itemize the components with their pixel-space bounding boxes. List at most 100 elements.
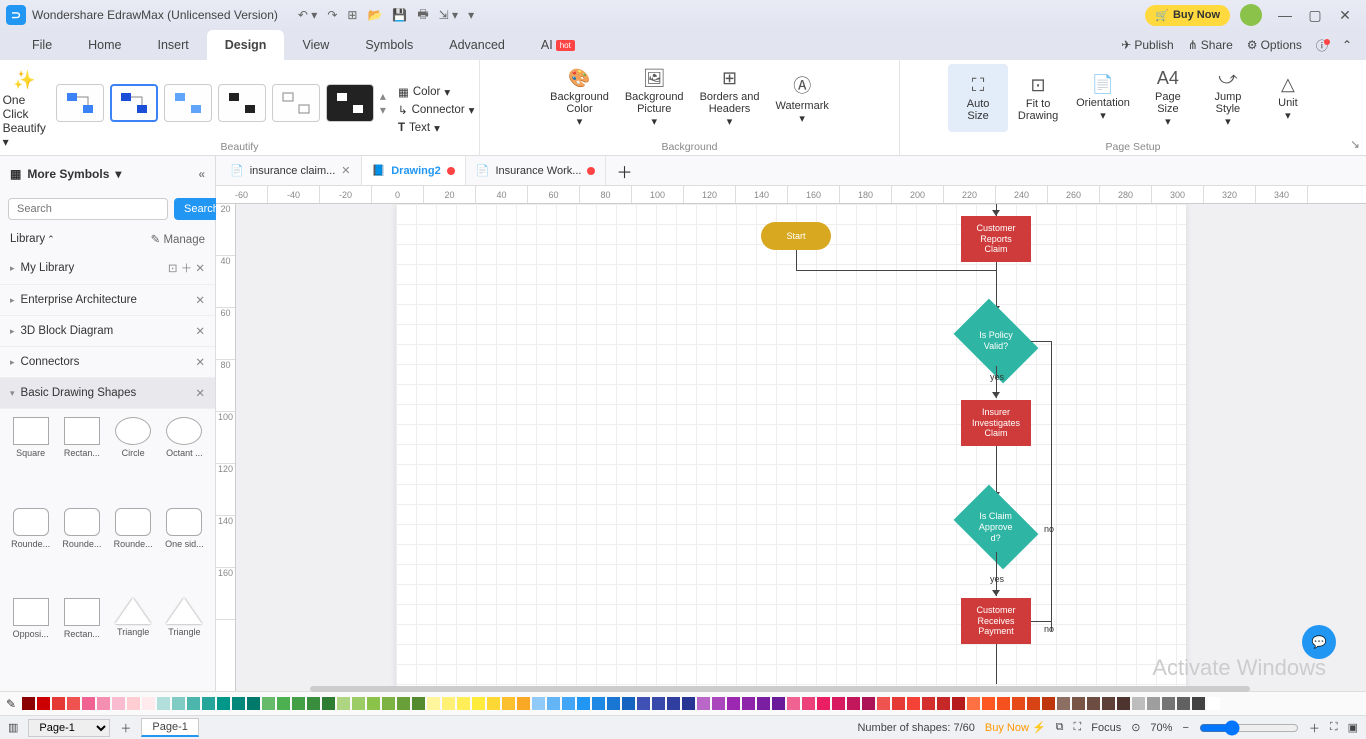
- color-swatch[interactable]: [322, 697, 335, 710]
- color-swatch[interactable]: [1027, 697, 1040, 710]
- shape-rounde...[interactable]: Rounde...: [59, 508, 104, 593]
- page-select[interactable]: Page-1: [28, 719, 110, 737]
- color-swatch[interactable]: [667, 697, 680, 710]
- color-swatch[interactable]: [517, 697, 530, 710]
- flow-insurer-investigates[interactable]: Insurer Investigates Claim: [961, 400, 1031, 446]
- color-swatch[interactable]: [367, 697, 380, 710]
- menu-view[interactable]: View: [284, 30, 347, 60]
- shape-triangle[interactable]: Triangle: [162, 598, 207, 683]
- tab-insurance-claim[interactable]: 📄 insurance claim...✕: [220, 156, 362, 185]
- menu-design[interactable]: Design: [207, 30, 285, 60]
- color-swatch[interactable]: [907, 697, 920, 710]
- focus-button[interactable]: Focus: [1091, 722, 1121, 734]
- color-swatch[interactable]: [1132, 697, 1145, 710]
- watermark-button[interactable]: ⒶWatermark▾: [768, 64, 837, 132]
- color-swatch[interactable]: [712, 697, 725, 710]
- shape-rounde...[interactable]: Rounde...: [8, 508, 53, 593]
- shape-triangle[interactable]: Triangle: [111, 598, 156, 683]
- new-icon[interactable]: ⊞: [347, 8, 357, 22]
- menu-advanced[interactable]: Advanced: [431, 30, 523, 60]
- new-tab-button[interactable]: ＋: [606, 159, 642, 183]
- style-gallery-more[interactable]: ▴▾: [380, 89, 386, 117]
- color-swatch[interactable]: [1162, 697, 1175, 710]
- color-swatch[interactable]: [637, 697, 650, 710]
- color-swatch[interactable]: [52, 697, 65, 710]
- hscroll-thumb[interactable]: [310, 686, 1250, 692]
- color-swatch[interactable]: [1087, 697, 1100, 710]
- color-swatch[interactable]: [22, 697, 35, 710]
- color-swatch[interactable]: [532, 697, 545, 710]
- maximize-icon[interactable]: ▢: [1300, 7, 1330, 24]
- color-swatch[interactable]: [1147, 697, 1160, 710]
- save-icon[interactable]: 💾: [392, 8, 407, 22]
- style-thumb-1[interactable]: [56, 84, 104, 122]
- color-swatch[interactable]: [262, 697, 275, 710]
- color-swatch[interactable]: [697, 697, 710, 710]
- shape-rounde...[interactable]: Rounde...: [111, 508, 156, 593]
- add-page-button[interactable]: ＋: [120, 720, 131, 736]
- color-dropdown[interactable]: ▦ Color ▾: [398, 85, 474, 99]
- page-setup-launcher-icon[interactable]: ↘: [1350, 137, 1360, 151]
- shape-rectan...[interactable]: Rectan...: [59, 598, 104, 683]
- options-button[interactable]: ⚙ Options: [1247, 38, 1302, 52]
- color-swatch[interactable]: [112, 697, 125, 710]
- color-swatch[interactable]: [277, 697, 290, 710]
- color-swatch[interactable]: [1072, 697, 1085, 710]
- close-icon[interactable]: ✕: [1330, 7, 1360, 24]
- color-swatch[interactable]: [217, 697, 230, 710]
- color-swatch[interactable]: [1192, 697, 1205, 710]
- export-icon[interactable]: ⇲ ▾: [439, 8, 458, 22]
- shape-one sid...[interactable]: One sid...: [162, 508, 207, 593]
- color-swatch[interactable]: [1042, 697, 1055, 710]
- color-swatch[interactable]: [832, 697, 845, 710]
- share-button[interactable]: ⋔ Share: [1188, 38, 1233, 52]
- menu-home[interactable]: Home: [70, 30, 139, 60]
- color-swatch[interactable]: [1057, 697, 1070, 710]
- style-thumb-3[interactable]: [164, 84, 212, 122]
- color-swatch[interactable]: [127, 697, 140, 710]
- search-input[interactable]: [8, 198, 168, 220]
- bg-color-button[interactable]: 🎨Background Color▾: [542, 64, 617, 132]
- color-swatch[interactable]: [742, 697, 755, 710]
- color-swatch[interactable]: [1102, 697, 1115, 710]
- color-swatch[interactable]: [727, 697, 740, 710]
- zoom-out-icon[interactable]: −: [1182, 722, 1188, 734]
- shape-square[interactable]: Square: [8, 417, 53, 502]
- page-size-button[interactable]: A4Page Size▾: [1138, 64, 1198, 132]
- layers-icon[interactable]: ⧉: [1056, 721, 1064, 734]
- color-swatch[interactable]: [307, 697, 320, 710]
- style-thumb-2[interactable]: [110, 84, 158, 122]
- fit-drawing-button[interactable]: ⊡Fit to Drawing: [1008, 64, 1068, 132]
- color-swatch[interactable]: [652, 697, 665, 710]
- color-swatch[interactable]: [937, 697, 950, 710]
- color-swatch[interactable]: [967, 697, 980, 710]
- flow-start[interactable]: Start: [761, 222, 831, 250]
- avatar[interactable]: [1240, 4, 1262, 26]
- color-swatch[interactable]: [952, 697, 965, 710]
- color-swatch[interactable]: [292, 697, 305, 710]
- color-swatch[interactable]: [247, 697, 260, 710]
- bg-picture-button[interactable]: 🖼Background Picture▾: [617, 64, 692, 132]
- color-swatch[interactable]: [1177, 697, 1190, 710]
- color-swatch[interactable]: [1012, 697, 1025, 710]
- color-swatch[interactable]: [187, 697, 200, 710]
- zoom-slider[interactable]: [1199, 720, 1299, 736]
- qat-more-icon[interactable]: ▾: [468, 8, 474, 22]
- color-swatch[interactable]: [922, 697, 935, 710]
- canvas-page[interactable]: Start Customer Reports Claim Is Policy V…: [396, 204, 1186, 691]
- buy-now-button[interactable]: 🛒 Buy Now: [1145, 5, 1230, 26]
- color-swatch[interactable]: [427, 697, 440, 710]
- fit-width-icon[interactable]: ▣: [1348, 721, 1358, 734]
- color-swatch[interactable]: [562, 697, 575, 710]
- color-swatch[interactable]: [787, 697, 800, 710]
- shape-opposi...[interactable]: Opposi...: [8, 598, 53, 683]
- menu-file[interactable]: File: [14, 30, 70, 60]
- color-swatch[interactable]: [607, 697, 620, 710]
- unit-button[interactable]: △Unit▾: [1258, 64, 1318, 132]
- presentation-icon[interactable]: ⛶: [1074, 721, 1082, 734]
- color-swatch[interactable]: [172, 697, 185, 710]
- status-buy-now[interactable]: Buy Now ⚡: [985, 721, 1046, 734]
- jump-style-button[interactable]: ⤻Jump Style▾: [1198, 64, 1258, 132]
- style-thumb-5[interactable]: [272, 84, 320, 122]
- color-swatch[interactable]: [502, 697, 515, 710]
